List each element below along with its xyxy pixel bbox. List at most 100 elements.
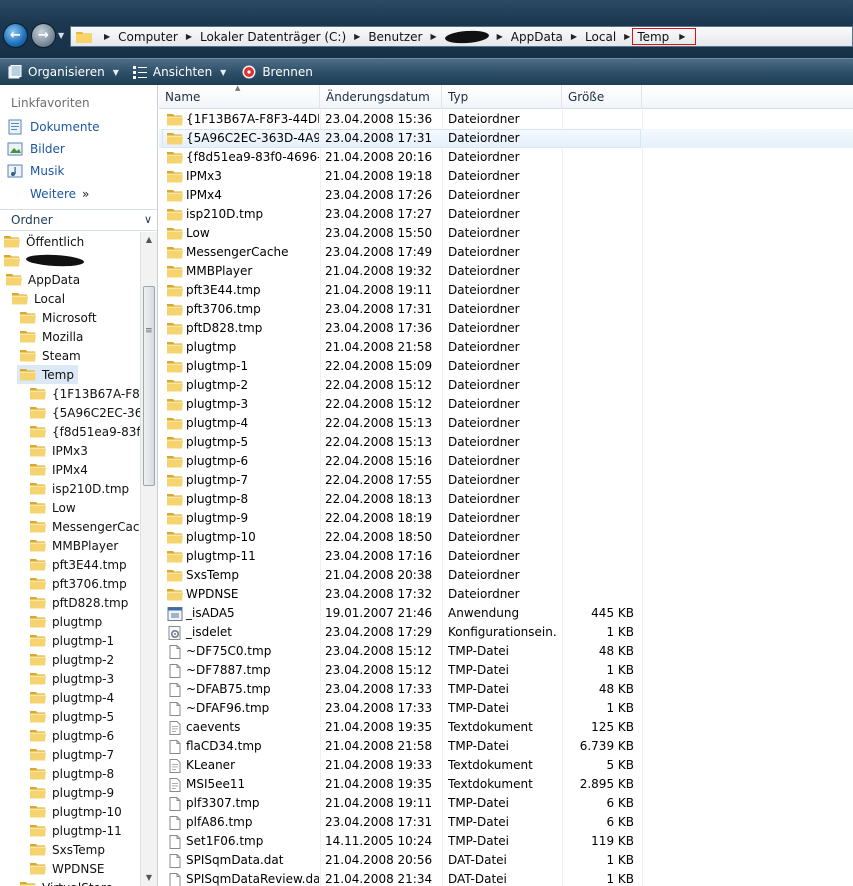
file-name[interactable]: plugtmp-6 — [186, 452, 248, 471]
file-name-cell[interactable]: Set1F06.tmp — [167, 832, 319, 851]
file-row[interactable]: {5A96C2EC-363D-4A99... 23.04.2008 17:31 Da… — [159, 129, 853, 148]
file-name-cell[interactable]: KLeaner — [167, 756, 319, 775]
file-name[interactable]: Set1F06.tmp — [186, 832, 263, 851]
file-row[interactable]: plugtmp-9 22.04.2008 18:19 Dateiordner — [159, 509, 853, 528]
file-row[interactable]: MSI5ee11 21.04.2008 19:35 Textdokument 2.89… — [159, 775, 853, 794]
file-name[interactable]: caevents — [186, 718, 240, 737]
file-row[interactable]: pft3706.tmp 23.04.2008 17:31 Dateiordner — [159, 300, 853, 319]
breadcrumb-users[interactable]: ▶ Benutzer — [346, 27, 422, 46]
tree-item-mmbplayer[interactable]: MMBPlayer — [30, 536, 118, 555]
breadcrumb-appdata[interactable]: ▶ AppData — [489, 27, 563, 46]
tree-item-plugtmp-4[interactable]: plugtmp-4 — [30, 688, 114, 707]
file-row[interactable]: plugtmp-4 22.04.2008 15:13 Dateiordner — [159, 414, 853, 433]
file-name[interactable]: SPISqmDataReview.dat — [186, 870, 319, 886]
tree-item-plugtmp-8[interactable]: plugtmp-8 — [30, 764, 114, 783]
file-row[interactable]: plugtmp-7 22.04.2008 17:55 Dateiordner — [159, 471, 853, 490]
tree-item-sxstemp[interactable]: SxsTemp — [30, 840, 105, 859]
file-name-cell[interactable]: plugtmp-4 — [167, 414, 319, 433]
file-name[interactable]: plugtmp-5 — [186, 433, 248, 452]
file-name[interactable]: MSI5ee11 — [186, 775, 245, 794]
tree-scrollbar[interactable]: ▲ ≡ ▼ — [140, 232, 157, 886]
file-row[interactable]: plugtmp-2 22.04.2008 15:12 Dateiordner — [159, 376, 853, 395]
tree-item-ipmx4[interactable]: IPMx4 — [30, 460, 88, 479]
tree-item-ipmx3[interactable]: IPMx3 — [30, 441, 88, 460]
file-name-cell[interactable]: {1F13B67A-F8F3-44DB-... — [167, 110, 319, 129]
file-name-cell[interactable]: ~DF75C0.tmp — [167, 642, 319, 661]
burn-button[interactable]: Brennen — [242, 59, 313, 85]
file-row[interactable]: WPDNSE 23.04.2008 17:32 Dateiordner — [159, 585, 853, 604]
file-name-cell[interactable]: plugtmp-5 — [167, 433, 319, 452]
tree-item-5a96c2ec-363d[interactable]: {5A96C2EC-363D — [30, 403, 140, 422]
file-name[interactable]: plugtmp — [186, 338, 236, 357]
column-header-type[interactable]: Typ — [442, 85, 562, 109]
file-name[interactable]: KLeaner — [186, 756, 235, 775]
favorite-link-pictures[interactable]: Bilder — [7, 141, 65, 157]
file-row[interactable]: ~DF7887.tmp 23.04.2008 15:12 TMP-Datei 1 KB — [159, 661, 853, 680]
tree-item-f8d51ea9-83f0-4[interactable]: {f8d51ea9-83f0-4 — [30, 422, 140, 441]
file-name[interactable]: WPDNSE — [186, 585, 239, 604]
file-name[interactable]: MessengerCache — [186, 243, 288, 262]
file-row[interactable]: plugtmp-1 22.04.2008 15:09 Dateiordner — [159, 357, 853, 376]
tree-item-plugtmp-5[interactable]: plugtmp-5 — [30, 707, 114, 726]
file-row[interactable]: plugtmp-6 22.04.2008 15:16 Dateiordner — [159, 452, 853, 471]
file-row[interactable]: SxsTemp 21.04.2008 20:38 Dateiordner — [159, 566, 853, 585]
tree-item-steam[interactable]: Steam — [20, 346, 81, 365]
file-row[interactable]: Set1F06.tmp 14.11.2005 10:24 TMP-Datei 119 … — [159, 832, 853, 851]
favorites-more-link[interactable]: Weitere» — [30, 187, 89, 201]
file-name-cell[interactable]: plugtmp-1 — [167, 357, 319, 376]
file-name[interactable]: plugtmp-4 — [186, 414, 248, 433]
chevron-right-icon[interactable]: ▶ — [186, 32, 192, 41]
file-name[interactable]: ~DF75C0.tmp — [186, 642, 271, 661]
column-header-date[interactable]: Änderungsdatum — [320, 85, 442, 109]
file-name-cell[interactable]: WPDNSE — [167, 585, 319, 604]
file-row[interactable]: plugtmp-11 23.04.2008 17:16 Dateiordner — [159, 547, 853, 566]
file-name[interactable]: MMBPlayer — [186, 262, 252, 281]
file-name[interactable]: plugtmp-8 — [186, 490, 248, 509]
file-name[interactable]: IPMx4 — [186, 186, 222, 205]
file-row[interactable]: pftD828.tmp 23.04.2008 17:36 Dateiordner — [159, 319, 853, 338]
file-row[interactable]: flaCD34.tmp 21.04.2008 21:58 TMP-Datei 6.73… — [159, 737, 853, 756]
file-name-cell[interactable]: pft3706.tmp — [167, 300, 319, 319]
file-row[interactable]: _isdelet 23.04.2008 17:29 Konfigurationsei… — [159, 623, 853, 642]
file-name[interactable]: pftD828.tmp — [186, 319, 262, 338]
tree-item-pftd828-tmp[interactable]: pftD828.tmp — [30, 593, 128, 612]
address-bar[interactable]: ▶ Computer ▶ Lokaler Datenträger (C:) ▶ Ben… — [70, 26, 853, 47]
file-name[interactable]: plugtmp-11 — [186, 547, 256, 566]
tree-item-microsoft[interactable]: Microsoft — [20, 308, 97, 327]
file-row[interactable]: plugtmp-3 22.04.2008 15:12 Dateiordner — [159, 395, 853, 414]
file-row[interactable]: SPISqmDataReview.dat 21.04.2008 21:34 DAT-… — [159, 870, 853, 886]
file-name-cell[interactable]: SPISqmData.dat — [167, 851, 319, 870]
file-name[interactable]: plugtmp-3 — [186, 395, 248, 414]
file-row[interactable]: MessengerCache 23.04.2008 17:49 Dateiordne… — [159, 243, 853, 262]
chevron-right-icon[interactable]: ▶ — [354, 32, 360, 41]
views-button[interactable]: Ansichten ▼ — [132, 59, 226, 85]
tree-item-plugtmp[interactable]: plugtmp — [30, 612, 102, 631]
tree-item-isp210d-tmp[interactable]: isp210D.tmp — [30, 479, 129, 498]
file-name[interactable]: pft3E44.tmp — [186, 281, 261, 300]
tree-item-temp[interactable]: Temp — [17, 365, 78, 384]
column-header-name[interactable]: Name ▲ — [159, 85, 320, 109]
file-name-cell[interactable]: MSI5ee11 — [167, 775, 319, 794]
tree-item-redacted[interactable] — [4, 251, 85, 270]
tree-item-pft3706-tmp[interactable]: pft3706.tmp — [30, 574, 127, 593]
file-name-cell[interactable]: {f8d51ea9-83f0-4696-8... — [167, 148, 319, 167]
file-name[interactable]: plugtmp-1 — [186, 357, 248, 376]
file-name-cell[interactable]: plugtmp-10 — [167, 528, 319, 547]
chevron-right-icon[interactable]: ▶ — [430, 32, 436, 41]
file-row[interactable]: ~DF75C0.tmp 23.04.2008 15:12 TMP-Datei 48 K… — [159, 642, 853, 661]
file-name[interactable]: {f8d51ea9-83f0-4696-8... — [186, 148, 319, 167]
tree-item-1f13b67a-f8f3[interactable]: {1F13B67A-F8F3- — [30, 384, 140, 403]
folders-header[interactable]: Ordner ∨ — [0, 209, 157, 231]
file-name[interactable]: IPMx3 — [186, 167, 222, 186]
history-dropdown-button[interactable]: ▼ — [58, 31, 64, 40]
file-row[interactable]: KLeaner 21.04.2008 19:33 Textdokument 5 KB — [159, 756, 853, 775]
breadcrumb-computer[interactable]: ▶ Computer — [96, 27, 178, 46]
file-name-cell[interactable]: plfA86.tmp — [167, 813, 319, 832]
file-row[interactable]: SPISqmData.dat 21.04.2008 20:56 DAT-Datei 1… — [159, 851, 853, 870]
tree-item-mozilla[interactable]: Mozilla — [20, 327, 83, 346]
scroll-down-arrow-icon[interactable]: ▼ — [141, 870, 157, 886]
favorite-link-documents[interactable]: Dokumente — [7, 119, 100, 135]
chevron-down-icon[interactable]: ∨ — [144, 213, 152, 226]
file-name[interactable]: isp210D.tmp — [186, 205, 263, 224]
file-name[interactable]: _isdelet — [186, 623, 232, 642]
